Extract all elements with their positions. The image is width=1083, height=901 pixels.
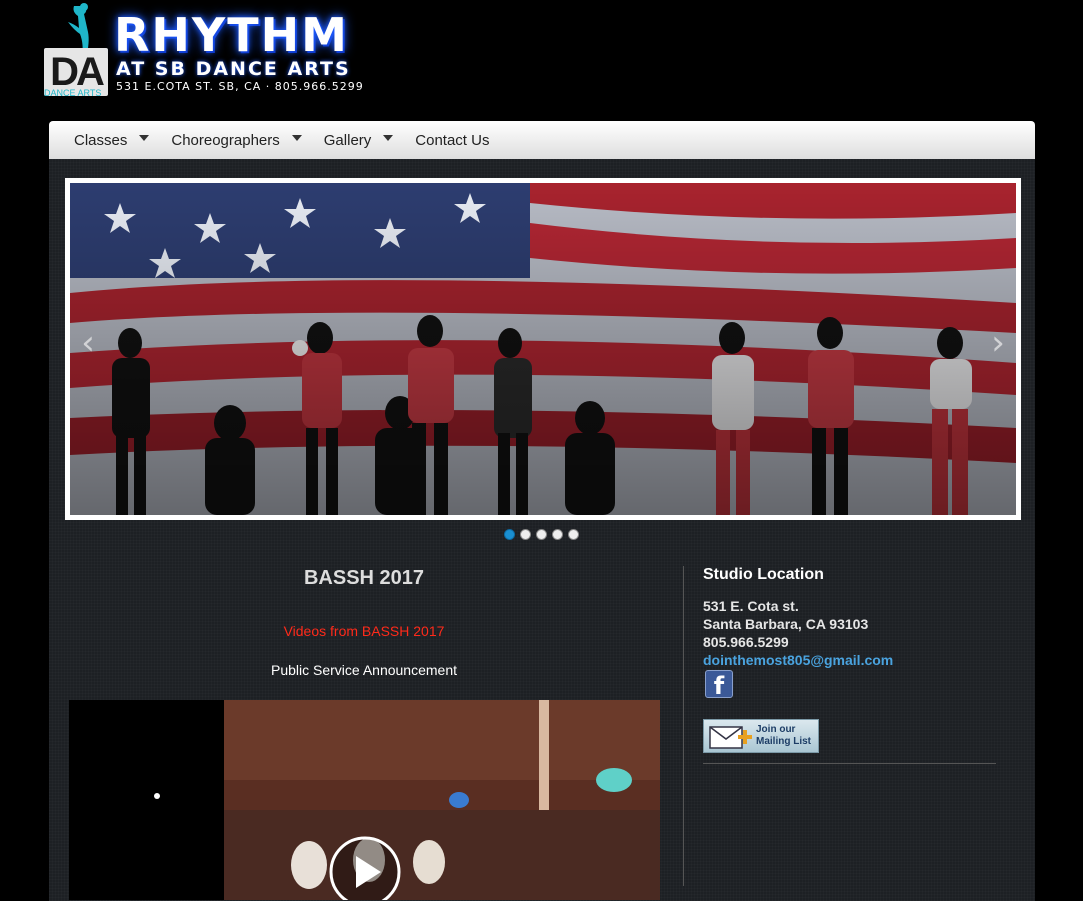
slider-next-button[interactable]: ›: [983, 318, 1013, 368]
slider-pagination: [504, 529, 579, 540]
video-player[interactable]: [69, 700, 660, 900]
mailing-line-1: Join our: [756, 724, 796, 735]
main-container: Classes Choreographers Gallery Contact U…: [49, 121, 1035, 901]
caret-down-icon: [291, 135, 302, 141]
post-caption: Public Service Announcement: [271, 662, 457, 678]
sidebar-title: Studio Location: [703, 566, 824, 583]
sidebar-divider: [703, 763, 996, 764]
caret-down-icon: [139, 135, 150, 141]
mailing-line-2: Mailing List: [756, 736, 811, 747]
address-line-2: Santa Barbara, CA 93103: [703, 616, 869, 632]
nav-item-classes[interactable]: Classes: [74, 131, 150, 149]
studio-address: 531 E. Cota st. Santa Barbara, CA 93103 …: [703, 597, 868, 651]
caret-down-icon: [383, 135, 394, 141]
video-thumbnail: [69, 700, 660, 900]
nav-item-contact-us[interactable]: Contact Us: [415, 132, 489, 149]
logo-subtitle: AT SB DANCE ARTS: [116, 58, 351, 80]
logo-address: 531 E.COTA ST. SB, CA · 805.966.5299: [116, 80, 364, 93]
email-link[interactable]: dointhemost805@gmail.com: [703, 651, 893, 669]
site-logo[interactable]: DA DANCE ARTS RHYTHM AT SB DANCE ARTS 53…: [40, 0, 400, 110]
slider-dot-3[interactable]: [536, 529, 547, 540]
nav-item-gallery[interactable]: Gallery: [324, 132, 394, 149]
post-title: BASSH 2017: [303, 567, 425, 589]
hero-slider: ‹ ›: [65, 178, 1021, 520]
address-line-1: 531 E. Cota st.: [703, 598, 799, 614]
mailing-list-label: Join our Mailing List: [756, 724, 811, 748]
videos-link[interactable]: Videos from BASSH 2017: [69, 623, 659, 639]
nav-label: Classes: [74, 131, 128, 149]
nav-label: Choreographers: [171, 131, 280, 149]
slide-image[interactable]: [70, 183, 1016, 515]
main-navbar: Classes Choreographers Gallery Contact U…: [49, 121, 1035, 159]
slider-dot-1[interactable]: [504, 529, 515, 540]
phone-number: 805.966.5299: [703, 634, 789, 650]
mailing-list-button[interactable]: Join our Mailing List: [703, 719, 819, 753]
logo-title: RHYTHM: [114, 8, 349, 62]
slider-dot-2[interactable]: [520, 529, 531, 540]
nav-label: Contact Us: [415, 131, 490, 149]
facebook-icon[interactable]: f: [705, 670, 733, 700]
nav-item-choreographers[interactable]: Choreographers: [171, 131, 302, 149]
envelope-plus-icon: [709, 726, 752, 749]
slider-prev-button[interactable]: ‹: [73, 318, 103, 368]
logo-da-subtitle: DANCE ARTS: [44, 88, 102, 98]
nav-label: Gallery: [323, 131, 372, 149]
slider-dot-4[interactable]: [552, 529, 563, 540]
slider-dot-5[interactable]: [568, 529, 579, 540]
column-divider: [683, 566, 684, 886]
